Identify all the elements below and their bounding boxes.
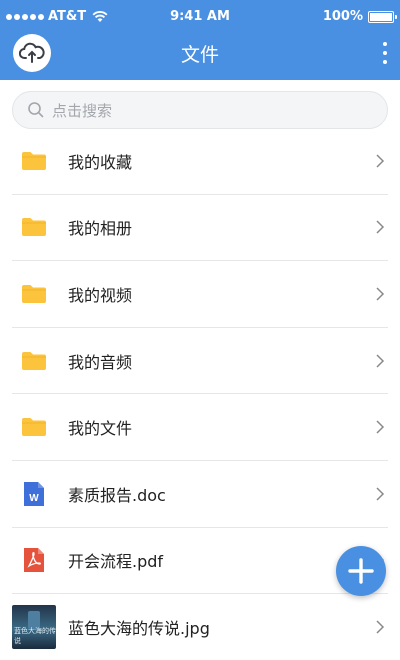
search-placeholder: 点击搜索: [52, 101, 113, 120]
chevron-right-icon: [376, 154, 385, 168]
list-item[interactable]: 我的视频: [12, 261, 388, 328]
status-bar: AT&T 9:41 AM 100%: [0, 0, 400, 32]
list-item[interactable]: 我的收藏: [12, 128, 388, 195]
battery-percentage: 100%: [322, 9, 363, 24]
add-button[interactable]: [336, 546, 386, 596]
folder-icon: [22, 284, 46, 303]
list-item[interactable]: 我的相册: [12, 195, 388, 262]
list-item[interactable]: 开会流程.pdf: [12, 528, 388, 595]
word-doc-icon: W: [24, 481, 44, 506]
list-item-label: 我的相册: [68, 219, 133, 239]
chevron-right-icon: [376, 487, 385, 501]
pdf-icon: [24, 548, 44, 573]
chevron-right-icon: [376, 287, 385, 301]
list-item-label: 素质报告.doc: [68, 485, 166, 505]
more-options-button[interactable]: [378, 40, 392, 66]
page-title: 文件: [180, 44, 219, 66]
list-item[interactable]: 我的音频: [12, 328, 388, 395]
list-item[interactable]: W 素质报告.doc: [12, 461, 388, 528]
chevron-right-icon: [376, 220, 385, 234]
list-item[interactable]: 蓝色大海的传说 蓝色大海的传说.jpg: [12, 594, 388, 660]
image-thumbnail: 蓝色大海的传说: [12, 605, 56, 650]
plus-icon: [348, 558, 374, 584]
search-bar[interactable]: 点击搜索: [12, 91, 388, 129]
more-vertical-icon: [383, 42, 387, 46]
list-item-label: 开会流程.pdf: [68, 552, 164, 572]
thumbnail-caption: 蓝色大海的传说: [14, 627, 56, 646]
list-item-label: 我的视频: [68, 285, 133, 305]
list-item-label: 我的文件: [68, 419, 133, 439]
battery-icon: [368, 10, 397, 23]
folder-icon: [22, 151, 46, 170]
list-item[interactable]: 我的文件: [12, 394, 388, 461]
chevron-right-icon: [376, 420, 385, 434]
folder-icon: [22, 351, 46, 370]
chevron-right-icon: [376, 354, 385, 368]
list-item-label: 蓝色大海的传说.jpg: [68, 619, 210, 639]
chevron-right-icon: [376, 620, 385, 634]
top-bar: AT&T 9:41 AM 100% 文件: [0, 0, 400, 80]
folder-icon: [22, 418, 46, 437]
list-item-label: 我的音频: [68, 352, 133, 372]
svg-text:W: W: [29, 493, 39, 504]
list-item-label: 我的收藏: [68, 152, 133, 172]
folder-icon: [22, 218, 46, 237]
search-icon: [28, 102, 44, 118]
